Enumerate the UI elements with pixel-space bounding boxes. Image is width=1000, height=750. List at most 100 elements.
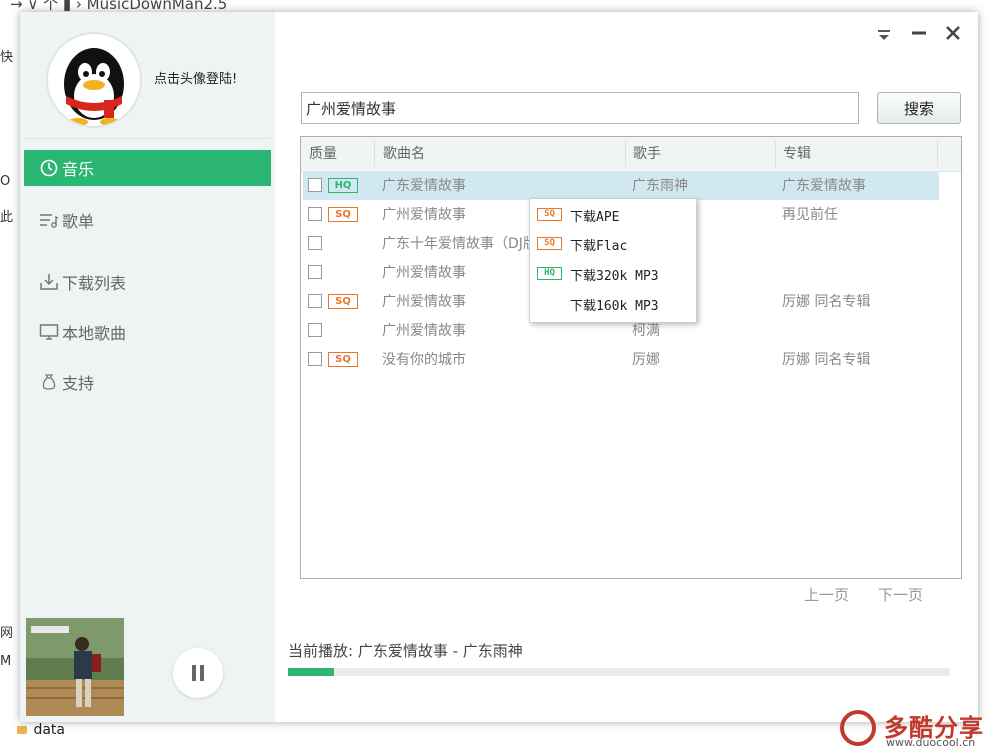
hq-badge-icon: HQ (328, 178, 358, 193)
sidebar-item-label: 歌单 (62, 212, 95, 231)
dropdown-menu-icon (878, 30, 890, 40)
explorer-nav-item[interactable] (0, 494, 20, 512)
playlist-icon (36, 212, 62, 228)
explorer-nav-item[interactable] (0, 430, 20, 448)
explorer-nav-item[interactable] (0, 142, 20, 160)
watermark: 多酷分享 www.duocool.cn (840, 708, 1000, 750)
playback-progress[interactable] (288, 668, 950, 676)
explorer-nav-item[interactable] (0, 238, 20, 256)
watermark-url: www.duocool.cn (886, 736, 976, 749)
table-row[interactable]: HQ 广东爱情故事 广东雨神 广东爱情故事 (303, 172, 939, 200)
login-prompt[interactable]: 点击头像登陆! (154, 68, 237, 87)
explorer-nav-item[interactable] (0, 366, 20, 384)
explorer-nav-item[interactable] (0, 590, 20, 608)
explorer-nav-item[interactable]: 网 (0, 622, 20, 640)
cell-album (782, 230, 938, 258)
avatar[interactable] (48, 34, 140, 126)
explorer-nav-item[interactable] (0, 334, 20, 352)
explorer-nav-item[interactable]: 此 (0, 206, 20, 224)
cell-song: 没有你的城市 (382, 352, 466, 368)
next-page-button[interactable]: 下一页 (878, 584, 923, 605)
close-icon (946, 26, 960, 40)
close-button[interactable] (942, 22, 964, 46)
sq-badge-icon: SQ (537, 208, 562, 221)
folder-icon (17, 726, 27, 734)
cell-artist: 厉娜 (632, 352, 660, 368)
prev-page-button[interactable]: 上一页 (804, 584, 849, 605)
sq-badge-icon: SQ (328, 352, 358, 367)
pause-icon (200, 665, 204, 681)
row-checkbox[interactable] (308, 236, 322, 250)
minimize-icon (912, 31, 926, 35)
column-divider[interactable] (937, 141, 938, 167)
sidebar-item-playlist[interactable]: 歌单 (24, 202, 271, 238)
menu-item-download-ape[interactable]: SQ 下载APE (530, 201, 696, 229)
table-row[interactable]: SQ 没有你的城市 厉娜 厉娜 同名专辑 (303, 346, 939, 374)
row-checkbox[interactable] (308, 352, 322, 366)
explorer-nav-item[interactable] (0, 398, 20, 416)
explorer-nav-item[interactable] (0, 558, 20, 576)
menu-button[interactable] (873, 24, 895, 48)
column-header-artist[interactable]: 歌手 (633, 137, 661, 171)
pause-icon (192, 665, 196, 681)
menu-item-download-flac[interactable]: SQ 下载Flac (530, 230, 696, 258)
cell-album: 广东爱情故事 (782, 178, 866, 194)
sidebar-item-downloads[interactable]: 下载列表 (24, 264, 271, 300)
menu-item-label: 下载160k MP3 (570, 299, 659, 314)
explorer-nav-item[interactable]: 快 (0, 46, 20, 64)
explorer-nav-item[interactable]: O (0, 174, 20, 192)
explorer-nav-item[interactable] (0, 110, 20, 128)
cell-album: 再见前任 (782, 207, 838, 223)
sq-badge-icon: SQ (328, 207, 358, 222)
menu-item-download-160k[interactable]: 下载160k MP3 (530, 290, 696, 318)
cell-artist: 广东雨神 (632, 178, 688, 194)
menu-item-label: 下载APE (570, 210, 620, 225)
album-cover[interactable] (26, 618, 124, 716)
minimize-button[interactable] (908, 20, 930, 45)
sidebar-item-label: 本地歌曲 (62, 324, 127, 343)
watermark-logo-icon (840, 710, 876, 746)
sidebar-item-local-songs[interactable]: 本地歌曲 (24, 314, 271, 350)
row-checkbox[interactable] (308, 323, 322, 337)
column-header-quality[interactable]: 质量 (309, 137, 337, 171)
column-divider[interactable] (625, 141, 626, 167)
download-tray-icon (36, 273, 62, 291)
explorer-item-data[interactable]: data (17, 722, 65, 738)
sq-badge-icon: SQ (537, 237, 562, 250)
monitor-icon (36, 323, 62, 341)
explorer-nav-item[interactable] (0, 462, 20, 480)
menu-item-download-320k[interactable]: HQ 下载320k MP3 (530, 260, 696, 288)
search-input[interactable] (301, 92, 859, 124)
explorer-nav-item[interactable] (0, 270, 20, 288)
column-divider[interactable] (374, 141, 375, 167)
explorer-nav-item[interactable] (0, 78, 20, 96)
row-checkbox[interactable] (308, 178, 322, 192)
sq-badge-icon: SQ (328, 294, 358, 309)
cell-album (782, 259, 938, 287)
explorer-nav-item[interactable]: M (0, 654, 20, 672)
table-header: 质量 歌曲名 歌手 专辑 (301, 137, 961, 172)
explorer-path: → ∨ 个 ▮ › MusicDownMan2.5 (10, 0, 228, 12)
pause-button[interactable] (173, 648, 223, 698)
column-header-album[interactable]: 专辑 (783, 137, 811, 171)
menu-item-label: 下载Flac (570, 239, 628, 254)
search-button[interactable]: 搜索 (877, 92, 961, 124)
sidebar: 点击头像登陆! 音乐 歌单 下载列表 本地歌曲 支持 (20, 12, 275, 722)
moneybag-icon (36, 373, 62, 391)
row-checkbox[interactable] (308, 207, 322, 221)
explorer-nav-pane: 快 O此网M (0, 12, 20, 750)
explorer-nav-item[interactable] (0, 302, 20, 320)
row-checkbox[interactable] (308, 265, 322, 279)
row-checkbox[interactable] (308, 294, 322, 308)
sidebar-item-label: 支持 (62, 374, 95, 393)
cell-album: 厉娜 同名专辑 (782, 294, 871, 310)
explorer-nav-item[interactable] (0, 526, 20, 544)
cell-song: 广东爱情故事 (382, 178, 466, 194)
sidebar-item-music[interactable]: 音乐 (24, 150, 271, 186)
album-cover-image (26, 618, 124, 716)
column-divider[interactable] (775, 141, 776, 167)
music-app-window: 点击头像登陆! 音乐 歌单 下载列表 本地歌曲 支持 广州爱情故事 搜索 质量 … (20, 12, 978, 722)
sidebar-item-support[interactable]: 支持 (24, 364, 271, 400)
clock-icon (36, 159, 62, 177)
column-header-song[interactable]: 歌曲名 (383, 137, 425, 171)
